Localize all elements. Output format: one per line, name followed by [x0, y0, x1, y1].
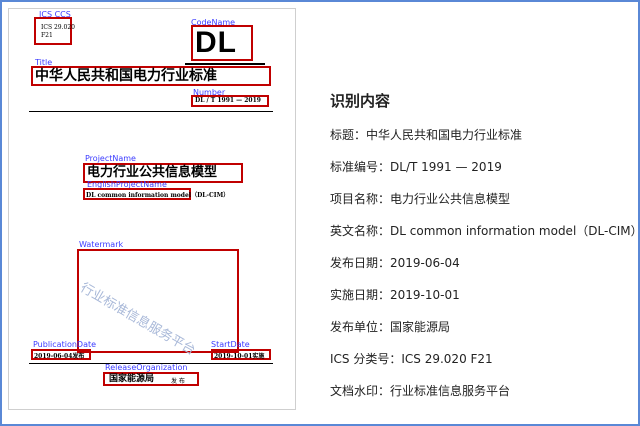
field-value: ICS 29.020 F21: [401, 352, 493, 366]
field-value: 2019-06-04: [390, 256, 460, 270]
field-row-release-org: 发布单位：国家能源局: [330, 319, 630, 351]
release-org-label: ReleaseOrganization: [105, 363, 188, 372]
field-row-ics: ICS 分类号：ICS 29.020 F21: [330, 351, 630, 383]
field-value: 行业标准信息服务平台: [390, 384, 511, 398]
english-project-name: DL common information model（DL-CIM）: [86, 192, 230, 199]
codename-logo: DL: [195, 26, 237, 59]
field-row-title: 标题：中华人民共和国电力行业标准: [330, 127, 630, 159]
field-key: 文档水印：: [330, 384, 391, 398]
project-name-label: ProjectName: [85, 154, 136, 163]
field-row-english-name: 英文名称：DL common information model（DL-CIM）: [330, 223, 640, 255]
field-key: 项目名称：: [330, 192, 391, 206]
start-date-label: StartDate: [211, 340, 250, 349]
watermark-label: Watermark: [79, 240, 124, 249]
field-key: 发布日期：: [330, 256, 391, 270]
start-date: 2019-10-01实施: [214, 353, 265, 360]
field-row-watermark: 文档水印：行业标准信息服务平台: [330, 383, 630, 415]
field-key: ICS 分类号：: [330, 352, 402, 366]
field-value: DL/T 1991 — 2019: [390, 160, 502, 174]
field-key: 实施日期：: [330, 288, 391, 302]
field-value: 电力行业公共信息模型: [390, 192, 511, 206]
header-rule: [29, 111, 273, 112]
field-value: DL common information model（DL-CIM）: [390, 224, 640, 238]
panel-heading: 识别内容: [330, 92, 391, 110]
publication-date: 2019-06-04发布: [34, 353, 85, 360]
recognition-panel: 识别内容 标题：中华人民共和国电力行业标准 标准编号：DL/T 1991 — 2…: [330, 90, 640, 415]
document-title: 中华人民共和国电力行业标准: [35, 68, 217, 84]
field-key: 标题：: [330, 128, 367, 142]
release-org-name: 国家能源局: [109, 374, 155, 384]
publication-date-label: PublicationDate: [33, 340, 97, 349]
document-preview: ICS CCS ICS 29.020 F21 CodeName DL Title…: [8, 8, 296, 410]
standard-number: DL / T 1991 — 2019: [195, 97, 261, 104]
field-value: 国家能源局: [390, 320, 451, 334]
codename-rule: [185, 63, 265, 65]
field-row-project-name: 项目名称：电力行业公共信息模型: [330, 191, 630, 223]
field-row-number: 标准编号：DL/T 1991 — 2019: [330, 159, 630, 191]
project-name: 电力行业公共信息模型: [87, 165, 218, 180]
field-value: 中华人民共和国电力行业标准: [366, 128, 523, 142]
field-key: 标准编号：: [330, 160, 391, 174]
release-org-suffix: 发 布: [171, 378, 185, 385]
field-value: 2019-10-01: [390, 288, 460, 302]
field-key: 发布单位：: [330, 320, 391, 334]
field-row-start-date: 实施日期：2019-10-01: [330, 287, 630, 319]
ics-code: ICS 29.020: [41, 24, 75, 31]
ics-ccs-box: [34, 17, 72, 45]
field-key: 英文名称：: [330, 224, 391, 238]
ccs-code: F21: [41, 32, 53, 39]
field-row-publication-date: 发布日期：2019-06-04: [330, 255, 630, 287]
